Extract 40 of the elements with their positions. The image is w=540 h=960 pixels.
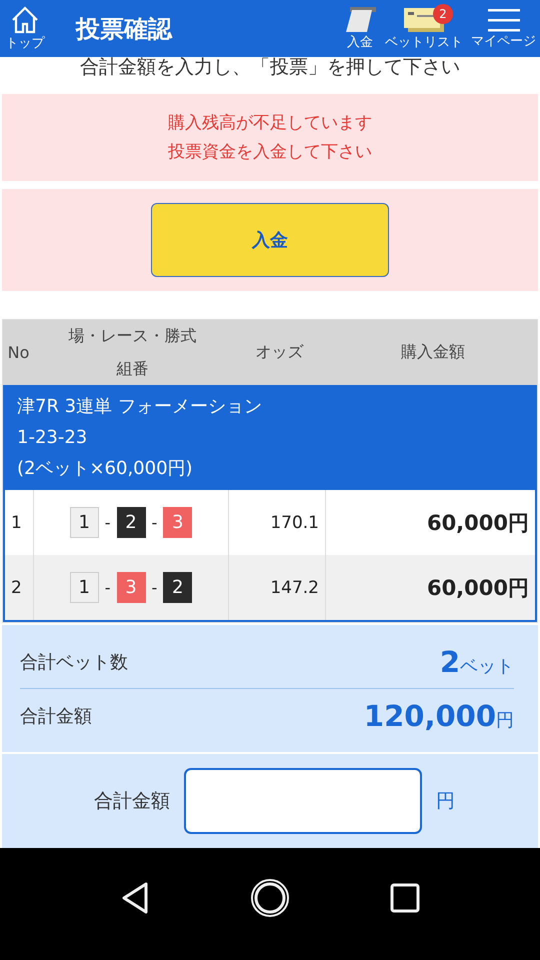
home-circle-icon[interactable] <box>250 878 290 918</box>
betlist-button[interactable]: ベットリスト 2 <box>381 6 467 50</box>
recent-apps-icon[interactable] <box>390 883 420 913</box>
separator-text: - <box>104 578 110 598</box>
deposit-button[interactable]: 入金 <box>339 6 381 50</box>
separator-text: - <box>152 578 158 598</box>
alert-text: 投票資金を入金して下さい <box>168 140 372 164</box>
count-badge: 2 <box>433 4 453 24</box>
summary-value: 120,000円 <box>364 698 514 733</box>
boat-number: 3 <box>116 572 146 604</box>
home-button[interactable]: トップ <box>0 6 50 52</box>
group-text: 津7R 3連単 フォーメーション <box>17 395 263 420</box>
table-cell: 147.2 <box>229 555 326 620</box>
table-cell-text: 60,000円 <box>426 574 530 602</box>
alert-text: 購入残高が不足しています <box>168 112 372 135</box>
boat-number: 2 <box>116 507 146 538</box>
group-text: (2ベット×60,000円) <box>17 457 194 482</box>
group-text: 1-23-23 <box>17 426 88 450</box>
summary-label: 合計ベット数 <box>20 650 128 674</box>
back-icon[interactable] <box>120 881 150 915</box>
boat-number: 2 <box>163 572 192 604</box>
boat-number: 3 <box>163 507 192 538</box>
input-label: 合計金額 <box>93 789 170 814</box>
separator-text: - <box>152 513 158 532</box>
amount-input-field[interactable] <box>184 768 422 834</box>
atm-icon <box>343 6 377 32</box>
table-cell: 2 <box>5 555 34 620</box>
summary-value: 2ベット <box>440 644 514 679</box>
instruction-text: 合計金額を入力し、「投票」を押して下さい <box>79 57 461 80</box>
home-icon <box>10 6 40 34</box>
unit-text: 円 <box>436 789 455 814</box>
table-cell-text: 60,000円 <box>426 510 530 537</box>
menu-button[interactable]: マイページ <box>467 8 540 50</box>
boat-number: 1 <box>70 507 99 538</box>
deposit-button[interactable]: 入金 <box>151 203 389 278</box>
boat-number: 1 <box>70 572 99 604</box>
summary-label: 合計金額 <box>20 704 92 728</box>
page-title: 投票確認 <box>76 14 174 44</box>
separator-text: - <box>104 513 110 532</box>
menu-icon <box>488 8 520 32</box>
